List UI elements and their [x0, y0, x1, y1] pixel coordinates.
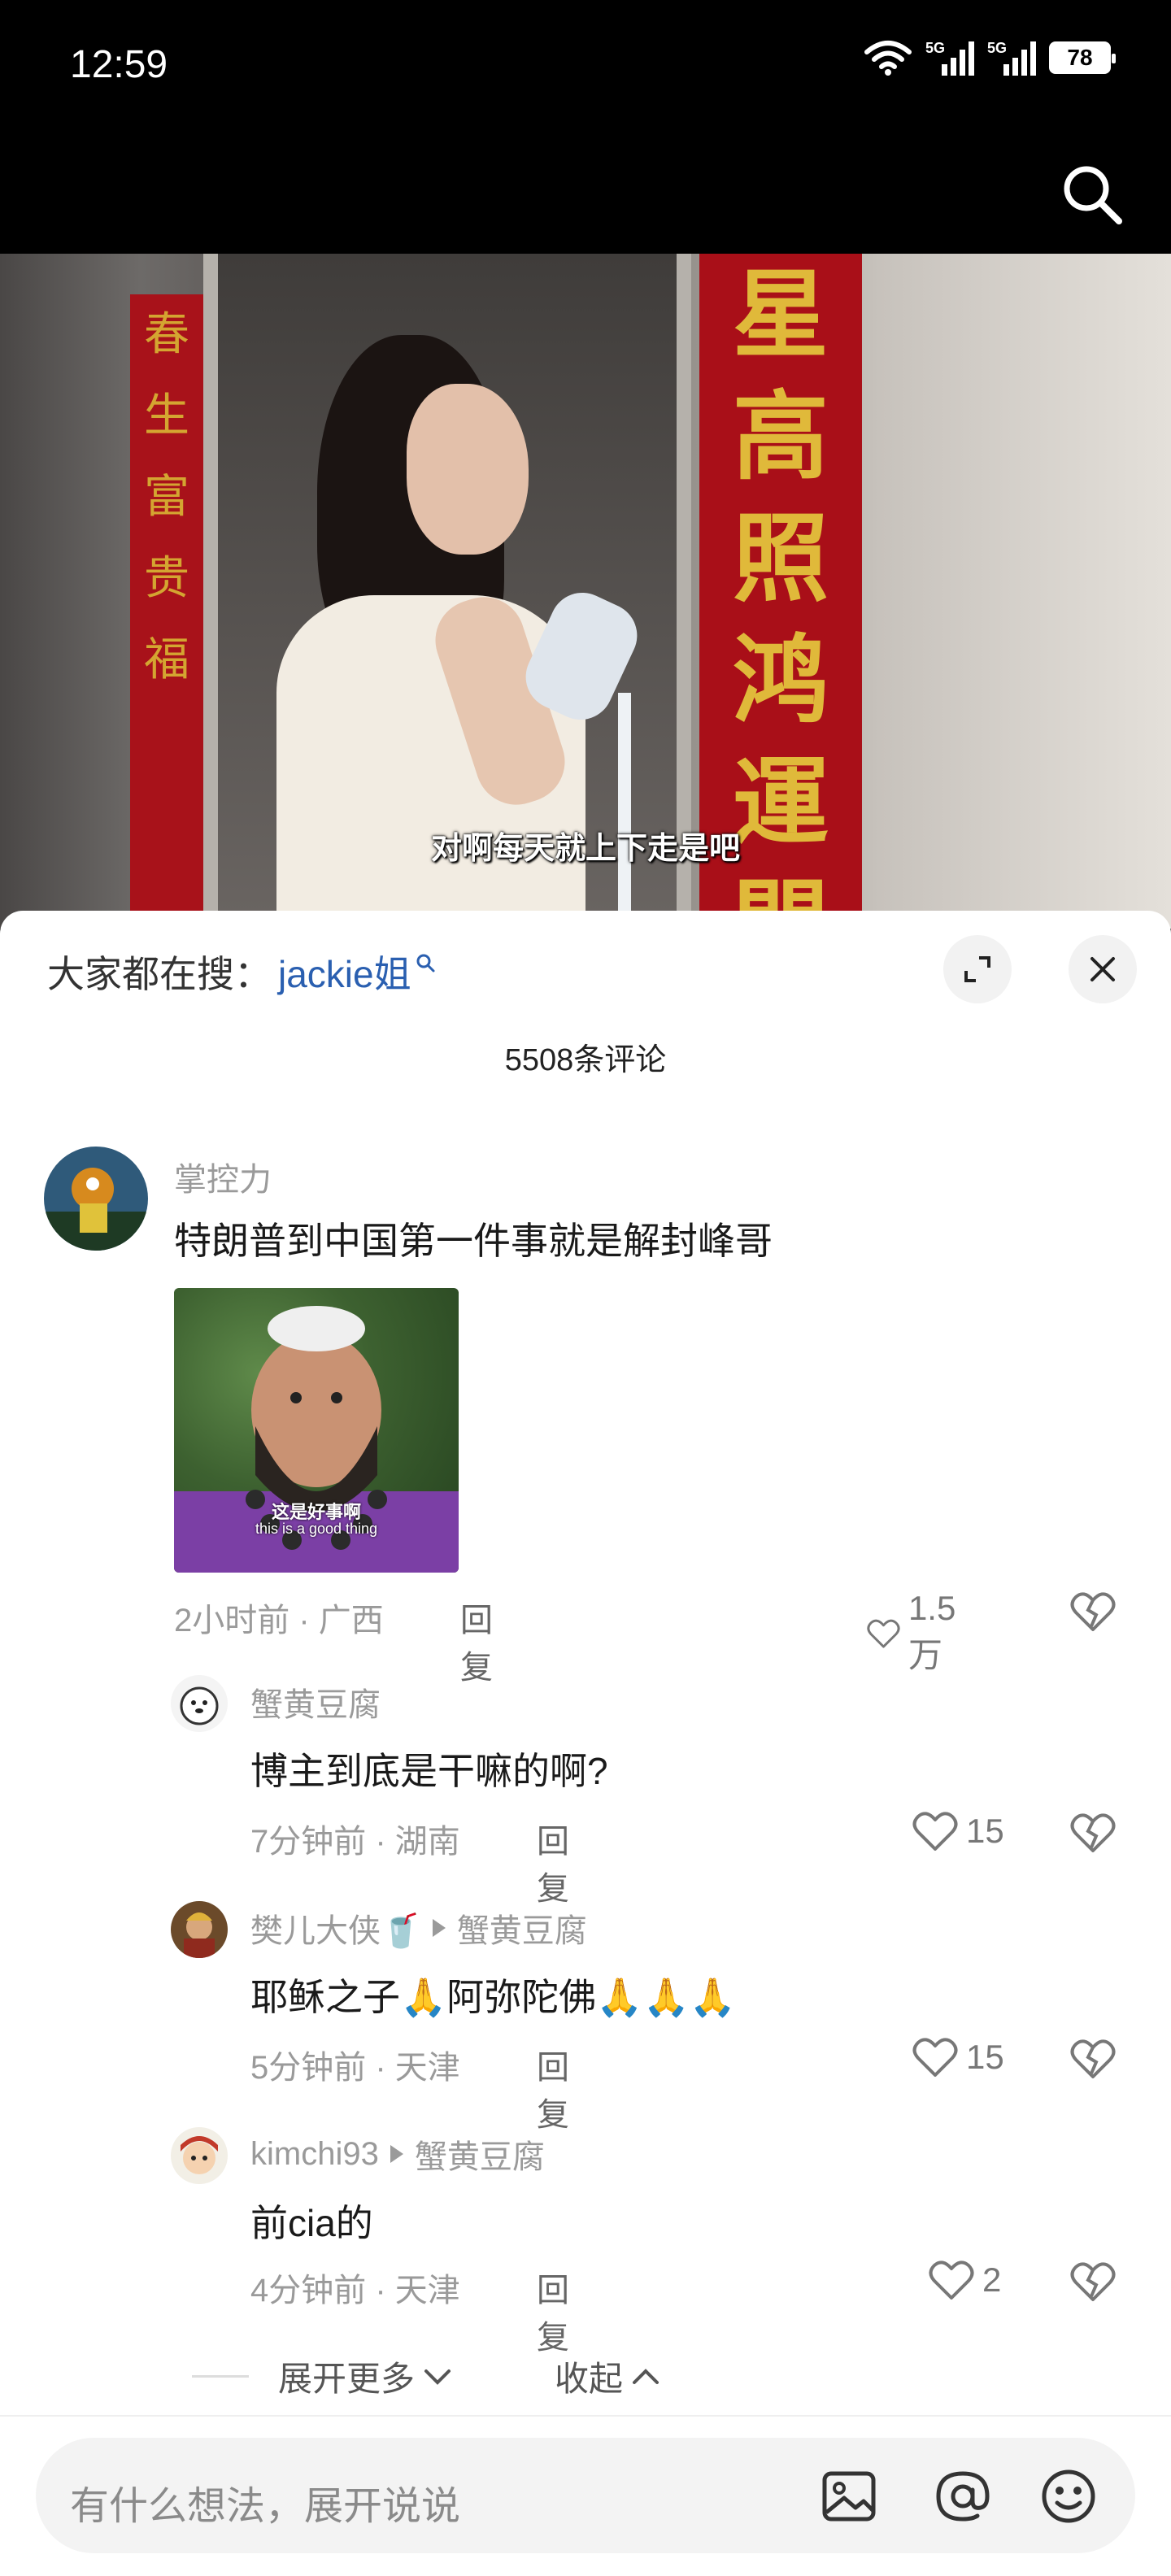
like-count: 2 [982, 2261, 1002, 2299]
chevron-up-icon [633, 2368, 660, 2384]
collapse-label: 收起 [555, 2360, 624, 2398]
signal-icon-1: 5G [925, 40, 974, 76]
status-bar: 12:59 5G 5G 78 [0, 0, 1171, 130]
reply-to-arrow-icon [390, 2145, 403, 2163]
avatar[interactable] [171, 1675, 228, 1732]
comment-username[interactable]: 掌控力 [174, 1153, 272, 1200]
reply-time-location: 5分钟前 · 天津 [250, 2050, 460, 2086]
like-count: 15 [966, 1812, 1004, 1850]
meme-caption-en: this is a good thing [255, 1521, 378, 1537]
hot-search[interactable]: 大家都在搜： jackie姐 [47, 945, 436, 999]
mention-icon[interactable] [932, 2465, 994, 2527]
avatar[interactable] [171, 2127, 228, 2184]
dislike-icon[interactable] [1070, 1812, 1116, 1854]
reply-time-location: 4分钟前 · 天津 [250, 2273, 460, 2308]
like-count: 1.5万 [908, 1589, 956, 1674]
reply-username[interactable]: 樊儿大侠🥤 蟹黄豆腐 [250, 1904, 587, 1952]
avatar[interactable] [171, 1901, 228, 1958]
reply-text: 前cia的 [250, 2202, 373, 2244]
like-button[interactable]: 15 [912, 2036, 1004, 2078]
hot-search-label: 大家都在搜： [47, 953, 272, 995]
wifi-icon [864, 41, 912, 76]
hot-search-keyword[interactable]: jackie姐 [278, 945, 411, 999]
reply-text: 耶稣之子🙏阿弥陀佛🙏🙏🙏 [250, 1976, 737, 2018]
fullscreen-button[interactable] [943, 935, 1012, 1003]
reply-author[interactable]: kimchi93 [250, 2136, 379, 2173]
reply-to-user[interactable]: 蟹黄豆腐 [457, 1904, 587, 1952]
system-icons: 5G 5G 78 [864, 39, 1116, 76]
dislike-icon[interactable] [1070, 1590, 1116, 1633]
mop-pole [618, 693, 631, 929]
reply-button[interactable]: 回复 [460, 1594, 493, 1688]
reply-text: 博主到底是干嘛的啊? [250, 1750, 608, 1792]
reply-to-user[interactable]: 蟹黄豆腐 [415, 2130, 545, 2178]
divider-line [192, 2375, 249, 2378]
like-button[interactable]: 1.5万 [867, 1589, 968, 1677]
reply-username[interactable]: kimchi93 蟹黄豆腐 [250, 2130, 545, 2178]
comment-sheet: 大家都在搜： jackie姐 5508条评论 掌控力 特朗普到中国第一件事就是解… [0, 911, 1171, 2576]
video-player[interactable]: 春 生 富 贵 福 星 高 照 鸿 運 開 对啊每天就上下走是吧 [0, 254, 1171, 929]
expand-more-button[interactable]: 展开更多 [192, 2352, 452, 2401]
dislike-icon[interactable] [1070, 2261, 1116, 2303]
status-time: 12:59 [70, 43, 168, 86]
search-icon[interactable] [1059, 161, 1124, 226]
reply-author[interactable]: 樊儿大侠🥤 [250, 1904, 421, 1952]
heart-icon [912, 2038, 958, 2077]
battery-icon: 78 [1049, 41, 1116, 74]
expand-more-label: 展开更多 [278, 2360, 416, 2398]
person-face [407, 384, 529, 555]
search-small-icon [416, 954, 435, 973]
heart-icon [867, 1619, 900, 1648]
signal-icon-2: 5G [987, 40, 1036, 76]
like-button[interactable]: 2 [929, 2259, 1001, 2301]
collapse-button[interactable]: 收起 [555, 2352, 660, 2401]
heart-icon [912, 1812, 958, 1851]
avatar[interactable] [44, 1147, 148, 1251]
reply-to-arrow-icon [432, 1919, 446, 1937]
comment-count: 5508条评论 [504, 1043, 667, 1077]
heart-icon [929, 2261, 974, 2300]
comment-time-location: 2小时前 · 广西 [174, 1603, 384, 1638]
dislike-icon[interactable] [1070, 2038, 1116, 2080]
comment-image[interactable]: 这是好事啊 this is a good thing [174, 1288, 459, 1573]
reply-username[interactable]: 蟹黄豆腐 [250, 1678, 381, 1725]
comment-input-placeholder: 有什么想法，展开说说 [70, 2485, 461, 2528]
comment-input[interactable]: 有什么想法，展开说说 [36, 2438, 1135, 2553]
comment-text: 特朗普到中国第一件事就是解封峰哥 [174, 1220, 773, 1262]
comment-composer: 有什么想法，展开说说 [0, 2415, 1171, 2576]
reply-button[interactable]: 回复 [537, 2264, 569, 2358]
reply-button[interactable]: 回复 [537, 1815, 569, 1909]
chevron-down-icon [424, 2369, 451, 2385]
like-count: 15 [966, 2038, 1004, 2076]
video-subtitle: 对啊每天就上下走是吧 [430, 832, 740, 866]
expand-icon [964, 956, 990, 982]
like-button[interactable]: 15 [912, 1810, 1004, 1852]
close-button[interactable] [1069, 935, 1137, 1003]
emoji-icon[interactable] [1038, 2465, 1099, 2527]
image-icon[interactable] [818, 2465, 880, 2527]
reply-time-location: 7分钟前 · 湖南 [250, 1824, 460, 1860]
close-icon [1090, 957, 1115, 981]
reply-button[interactable]: 回复 [537, 2041, 569, 2135]
